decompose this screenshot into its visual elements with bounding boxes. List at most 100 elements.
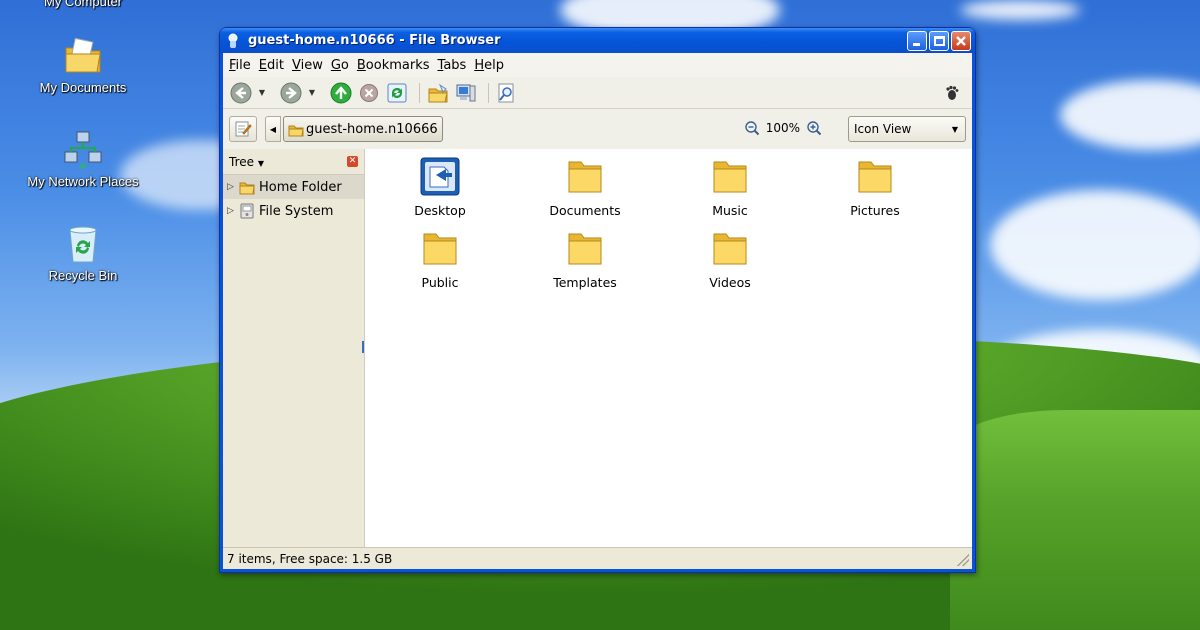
zoom-in-icon[interactable]: [806, 120, 822, 136]
back-arrow-icon: [230, 82, 252, 103]
menu-bookmarks[interactable]: Bookmarks: [357, 58, 430, 73]
toggle-location-entry-button[interactable]: [229, 116, 257, 142]
close-icon: [956, 35, 966, 46]
file-item-templates[interactable]: Templates: [525, 229, 645, 290]
file-item-documents[interactable]: Documents: [525, 157, 645, 218]
reload-icon: [387, 83, 407, 102]
app-icon: [226, 33, 240, 49]
menu-file[interactable]: File: [229, 58, 251, 73]
status-text: 7 items, Free space: 1.5 GB: [227, 551, 393, 566]
menu-view[interactable]: View: [292, 58, 323, 73]
file-item-label: Documents: [549, 203, 621, 218]
home-folder-icon: [428, 83, 448, 102]
folder-icon: [708, 229, 752, 269]
search-icon: [498, 83, 514, 102]
recycle-bin-icon: [63, 224, 103, 264]
desktop-icon-my-computer[interactable]: My Computer: [18, 0, 148, 9]
up-arrow-icon: [330, 82, 352, 103]
file-item-pictures[interactable]: Pictures: [815, 157, 935, 218]
content-area: Tree ▼ ✕ ▷ Home Folder ▷ File System Des…: [223, 149, 972, 547]
tree-item-file-system[interactable]: ▷ File System: [223, 199, 364, 223]
breadcrumb-home[interactable]: guest-home.n10666: [283, 116, 443, 142]
folder-icon: [708, 157, 752, 197]
folder-icon: [418, 229, 462, 269]
back-button[interactable]: [229, 81, 253, 105]
location-bar: ◀ guest-home.n10666 100% Icon View ▼: [223, 109, 972, 149]
zoom-out-icon[interactable]: [744, 120, 760, 136]
tree-item-label: File System: [259, 203, 334, 219]
desktop-icon-network-places[interactable]: My Network Places: [18, 130, 148, 189]
computer-button[interactable]: [454, 81, 478, 105]
desktop-icon: [418, 157, 462, 197]
file-item-music[interactable]: Music: [670, 157, 790, 218]
side-pane-selector[interactable]: Tree ▼: [229, 155, 264, 169]
file-item-label: Pictures: [850, 203, 900, 218]
titlebar[interactable]: guest-home.n10666 - File Browser: [220, 28, 975, 53]
up-button[interactable]: [329, 81, 353, 105]
file-item-public[interactable]: Public: [380, 229, 500, 290]
file-item-label: Public: [421, 275, 459, 290]
close-button[interactable]: [951, 30, 971, 51]
breadcrumb-scroll-left[interactable]: ◀: [265, 116, 281, 142]
window-title: guest-home.n10666 - File Browser: [248, 33, 501, 48]
reload-button[interactable]: [385, 81, 409, 105]
folder-icon: [563, 229, 607, 269]
expander-icon[interactable]: ▷: [227, 206, 239, 216]
menu-go[interactable]: Go: [331, 58, 349, 73]
desktop-icon-my-documents[interactable]: My Documents: [18, 36, 148, 95]
side-pane-header: Tree ▼ ✕: [223, 149, 364, 175]
file-item-label: Desktop: [414, 203, 466, 218]
breadcrumb-label: guest-home.n10666: [306, 121, 438, 137]
edit-location-icon: [235, 121, 252, 137]
forward-button[interactable]: [279, 81, 303, 105]
menubar: File Edit View Go Bookmarks Tabs Help: [223, 53, 972, 77]
file-item-label: Videos: [709, 275, 751, 290]
home-folder-button[interactable]: [426, 81, 450, 105]
close-side-pane-icon[interactable]: ✕: [347, 156, 358, 167]
file-browser-window: guest-home.n10666 - File Browser File Ed…: [219, 27, 976, 573]
expander-icon[interactable]: ▷: [227, 182, 239, 192]
side-pane: Tree ▼ ✕ ▷ Home Folder ▷ File System: [223, 149, 365, 547]
network-places-icon: [63, 130, 103, 170]
tree-item-home-folder[interactable]: ▷ Home Folder: [223, 175, 364, 199]
icon-view[interactable]: Desktop Documents Music Pictures Public …: [365, 149, 972, 547]
desktop-icon-label: My Network Places: [27, 174, 139, 189]
folder-icon: [853, 157, 897, 197]
forward-history-dropdown[interactable]: ▼: [307, 88, 317, 97]
back-history-dropdown[interactable]: ▼: [257, 88, 267, 97]
computer-icon: [456, 84, 476, 101]
maximize-icon: [934, 35, 945, 46]
chevron-down-icon: ▼: [951, 125, 958, 134]
stop-icon: [360, 83, 378, 102]
menu-edit[interactable]: Edit: [259, 58, 284, 73]
desktop-icon-recycle-bin[interactable]: Recycle Bin: [18, 224, 148, 283]
maximize-button[interactable]: [929, 30, 949, 51]
file-item-label: Music: [712, 203, 748, 218]
menu-help[interactable]: Help: [474, 58, 504, 73]
view-mode-value: Icon View: [854, 122, 912, 136]
home-folder-icon: [288, 125, 304, 137]
folder-documents-icon: [63, 36, 103, 76]
desktop-icon-label: My Documents: [39, 80, 127, 95]
desktop-icon-label: My Computer: [43, 0, 123, 9]
status-bar: 7 items, Free space: 1.5 GB: [223, 547, 972, 569]
zoom-level[interactable]: 100%: [766, 121, 800, 135]
search-button[interactable]: [495, 81, 519, 105]
file-item-desktop[interactable]: Desktop: [380, 157, 500, 218]
folder-icon: [563, 157, 607, 197]
pane-resize-handle[interactable]: [362, 341, 364, 353]
minimize-button[interactable]: [907, 30, 927, 51]
forward-arrow-icon: [280, 82, 302, 103]
chevron-down-icon: ▼: [257, 158, 264, 168]
file-item-videos[interactable]: Videos: [670, 229, 790, 290]
home-folder-icon: [239, 179, 255, 195]
menu-tabs[interactable]: Tabs: [438, 58, 467, 73]
toolbar: ▼ ▼: [223, 77, 972, 109]
tree-item-label: Home Folder: [259, 179, 342, 195]
minimize-icon: [913, 42, 920, 46]
resize-grip-icon[interactable]: [957, 554, 969, 566]
stop-button[interactable]: [357, 81, 381, 105]
view-mode-select[interactable]: Icon View ▼: [848, 116, 966, 142]
window-client: File Edit View Go Bookmarks Tabs Help ▼: [223, 53, 972, 569]
zoom-control: 100%: [744, 120, 822, 136]
